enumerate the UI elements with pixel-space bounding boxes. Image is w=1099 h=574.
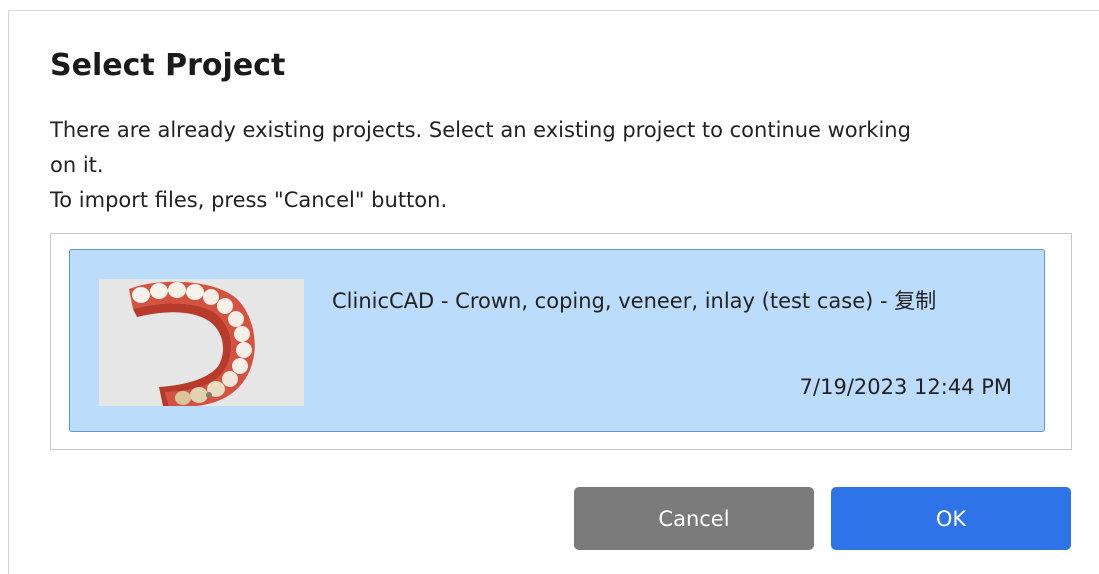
- project-list: ClinicCAD - Crown, coping, veneer, inlay…: [50, 233, 1072, 450]
- dialog-message: There are already existing projects. Sel…: [50, 113, 1060, 218]
- dental-arch-thumbnail-image: [99, 279, 304, 406]
- message-line-2: on it.: [50, 153, 104, 177]
- select-project-dialog: Select Project There are already existin…: [8, 10, 1099, 574]
- project-name: ClinicCAD - Crown, coping, veneer, inlay…: [332, 289, 937, 313]
- cancel-button[interactable]: Cancel: [574, 487, 814, 550]
- project-date: 7/19/2023 12:44 PM: [799, 375, 1012, 399]
- dialog-title: Select Project: [50, 48, 286, 83]
- project-thumbnail: [99, 279, 304, 406]
- message-line-1: There are already existing projects. Sel…: [50, 118, 911, 142]
- message-line-3: To import files, press "Cancel" button.: [50, 188, 448, 212]
- project-list-item[interactable]: ClinicCAD - Crown, coping, veneer, inlay…: [69, 249, 1045, 432]
- ok-button[interactable]: OK: [831, 487, 1071, 550]
